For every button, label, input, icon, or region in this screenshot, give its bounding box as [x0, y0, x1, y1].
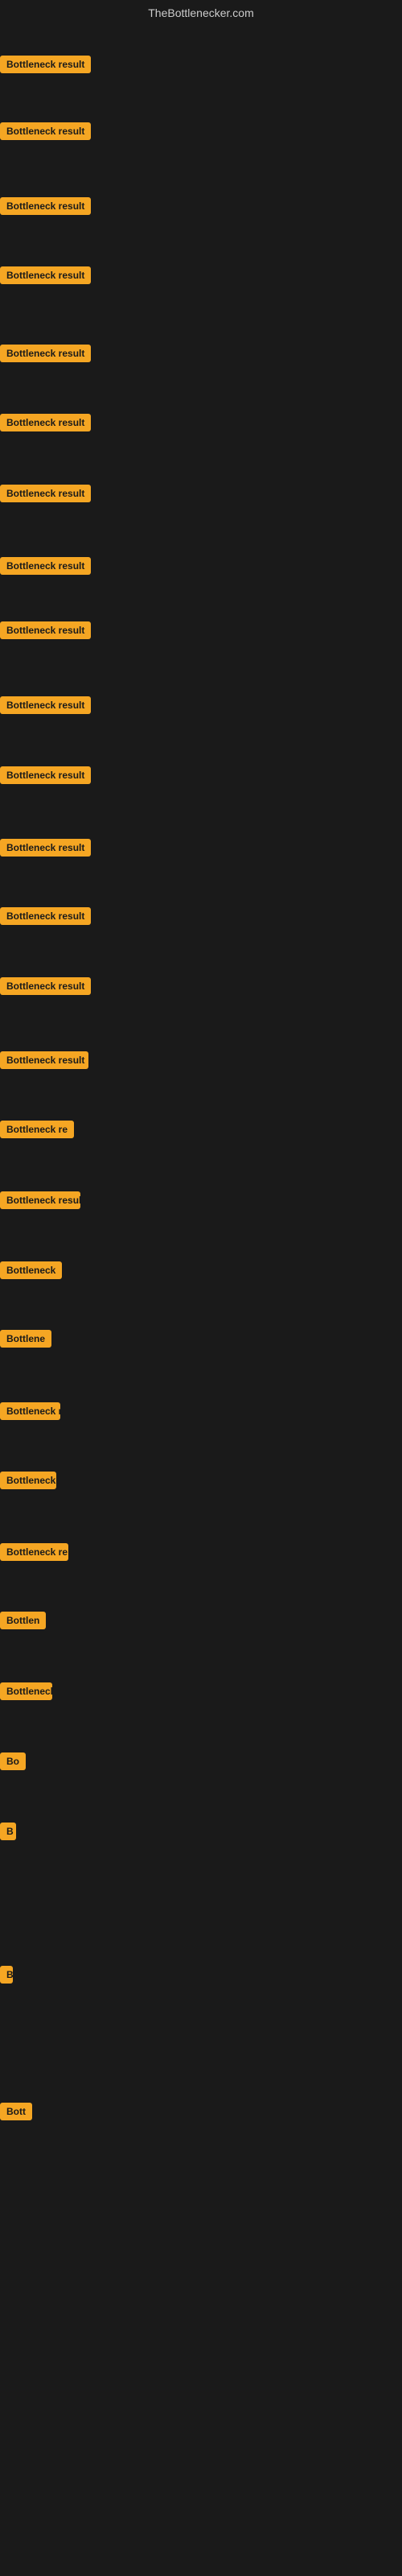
bottleneck-badge-1: Bottleneck result [0, 56, 91, 73]
bottleneck-badge-16: Bottleneck re [0, 1121, 74, 1138]
bottleneck-badge-9: Bottleneck result [0, 621, 91, 639]
bottleneck-badge-23: Bottlen [0, 1612, 46, 1629]
bottleneck-item[interactable]: Bottleneck result [0, 197, 91, 219]
bottleneck-item[interactable]: Bottlen [0, 1612, 46, 1633]
bottleneck-item[interactable]: Bottleneck result [0, 839, 91, 861]
bottleneck-item[interactable]: Bottleneck result [0, 907, 91, 929]
bottleneck-badge-25: Bo [0, 1752, 26, 1770]
bottleneck-badge-28: Bott [0, 2103, 32, 2120]
bottleneck-badge-5: Bottleneck result [0, 345, 91, 362]
bottleneck-item[interactable]: Bottleneck r [0, 1402, 60, 1424]
bottleneck-item[interactable]: Bottlene [0, 1330, 51, 1352]
bottleneck-badge-15: Bottleneck result [0, 1051, 88, 1069]
site-title: TheBottlenecker.com [0, 0, 402, 26]
bottleneck-badge-11: Bottleneck result [0, 766, 91, 784]
bottleneck-badge-20: Bottleneck r [0, 1402, 60, 1420]
bottleneck-item[interactable]: Bottleneck result [0, 557, 91, 579]
bottleneck-item[interactable]: Bottleneck [0, 1682, 52, 1704]
bottleneck-badge-19: Bottlene [0, 1330, 51, 1348]
bottleneck-item[interactable]: Bottleneck result [0, 1191, 80, 1213]
bottleneck-badge-24: Bottleneck [0, 1682, 52, 1700]
bottleneck-badge-3: Bottleneck result [0, 197, 91, 215]
bottleneck-item[interactable]: Bottleneck result [0, 56, 91, 77]
bottleneck-item[interactable]: Bottleneck result [0, 485, 91, 506]
bottleneck-item[interactable]: Bottleneck result [0, 414, 91, 436]
bottleneck-item[interactable]: Bottleneck [0, 1261, 62, 1283]
bottleneck-badge-27: B [0, 1966, 13, 1984]
bottleneck-item[interactable]: Bottleneck result [0, 122, 91, 144]
bottleneck-item[interactable]: Bottleneck result [0, 977, 91, 999]
bottleneck-item[interactable]: Bottleneck result [0, 266, 91, 288]
bottleneck-item[interactable]: Bottleneck re [0, 1543, 68, 1565]
bottleneck-item[interactable]: Bottleneck result [0, 696, 91, 718]
bottleneck-item[interactable]: B [0, 1823, 16, 1844]
bottleneck-badge-21: Bottleneck [0, 1472, 56, 1489]
bottleneck-badge-22: Bottleneck re [0, 1543, 68, 1561]
bottleneck-item[interactable]: Bottleneck result [0, 1051, 88, 1073]
bottleneck-item[interactable]: B [0, 1966, 13, 1988]
bottleneck-badge-8: Bottleneck result [0, 557, 91, 575]
bottleneck-item[interactable]: Bo [0, 1752, 26, 1774]
bottleneck-item[interactable]: Bott [0, 2103, 32, 2124]
bottleneck-badge-14: Bottleneck result [0, 977, 91, 995]
bottleneck-item[interactable]: Bottleneck re [0, 1121, 74, 1142]
bottleneck-badge-18: Bottleneck [0, 1261, 62, 1279]
bottleneck-badge-2: Bottleneck result [0, 122, 91, 140]
bottleneck-item[interactable]: Bottleneck result [0, 621, 91, 643]
bottleneck-badge-26: B [0, 1823, 16, 1840]
bottleneck-badge-13: Bottleneck result [0, 907, 91, 925]
bottleneck-badge-17: Bottleneck result [0, 1191, 80, 1209]
bottleneck-badge-7: Bottleneck result [0, 485, 91, 502]
bottleneck-badge-12: Bottleneck result [0, 839, 91, 857]
bottleneck-item[interactable]: Bottleneck result [0, 345, 91, 366]
bottleneck-item[interactable]: Bottleneck result [0, 766, 91, 788]
bottleneck-badge-6: Bottleneck result [0, 414, 91, 431]
bottleneck-badge-4: Bottleneck result [0, 266, 91, 284]
bottleneck-badge-10: Bottleneck result [0, 696, 91, 714]
bottleneck-item[interactable]: Bottleneck [0, 1472, 56, 1493]
